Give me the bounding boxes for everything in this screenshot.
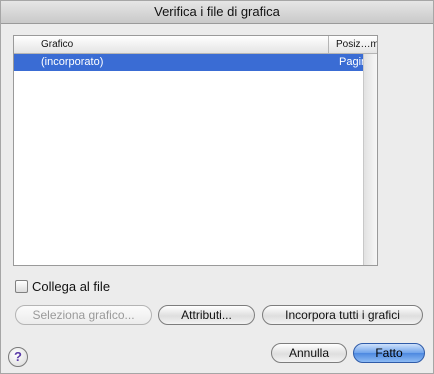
link-to-file-option[interactable]: Collega al file — [15, 278, 110, 294]
column-header-posizione[interactable]: Posiz…me — [336, 36, 377, 53]
row-grafico: (incorporato) — [41, 56, 104, 68]
done-button[interactable]: Fatto — [353, 343, 425, 363]
graphics-list[interactable]: Grafico Posiz…me (incorporato) Pagina — [13, 35, 378, 266]
cancel-button[interactable]: Annulla — [271, 343, 347, 363]
list-header: Grafico Posiz…me — [14, 36, 377, 54]
table-row[interactable]: (incorporato) Pagina — [14, 54, 377, 71]
select-graphic-button[interactable]: Seleziona grafico... — [15, 305, 152, 325]
column-divider[interactable] — [328, 36, 329, 53]
window-title: Verifica i file di grafica — [1, 1, 433, 24]
embed-all-button[interactable]: Incorpora tutti i grafici — [262, 305, 423, 325]
help-icon[interactable]: ? — [8, 347, 28, 367]
attributes-button[interactable]: Attributi... — [158, 305, 255, 325]
link-to-file-checkbox[interactable] — [15, 279, 28, 293]
dialog-window: Verifica i file di grafica Grafico Posiz… — [0, 0, 434, 374]
column-header-grafico[interactable]: Grafico — [41, 36, 73, 53]
vertical-scrollbar[interactable] — [363, 54, 377, 265]
link-to-file-label: Collega al file — [32, 278, 111, 294]
